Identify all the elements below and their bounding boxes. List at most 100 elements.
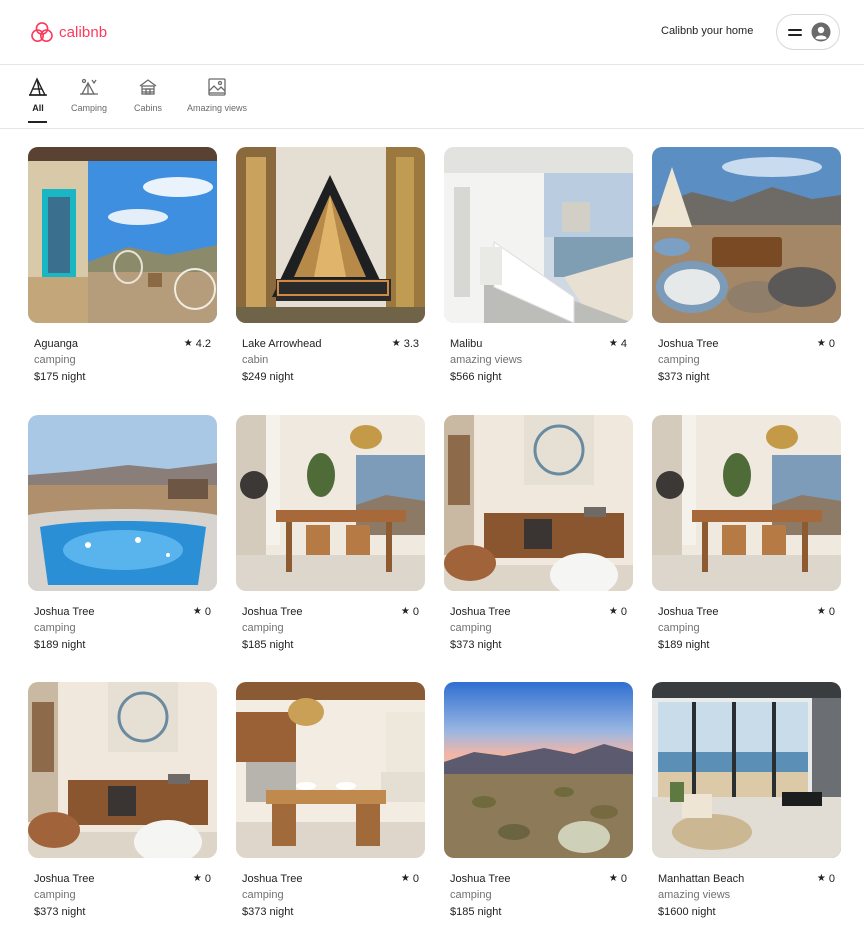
rating-value: 0: [412, 873, 419, 885]
user-menu-button[interactable]: [776, 14, 840, 50]
listing-location: Manhattan Beach: [658, 873, 745, 885]
listing-category: camping: [34, 354, 76, 366]
listing-category: camping: [658, 354, 700, 366]
listing-category: amazing views: [658, 889, 731, 901]
host-your-home-link[interactable]: Calibnb your home: [661, 25, 753, 37]
a-frame-icon: [28, 77, 47, 96]
category-camping[interactable]: Camping: [71, 77, 107, 113]
listing-photo[interactable]: [652, 414, 841, 591]
listing-card[interactable]: Manhattan Beach ★ 0 amazing views $1600 n…: [652, 682, 841, 931]
listing-rating: ★ 0: [401, 606, 419, 618]
listing-card[interactable]: Joshua Tree ★ 0 camping $189 night: [28, 414, 217, 683]
listing-photo[interactable]: [652, 682, 841, 858]
calibnb-logo-icon: [31, 22, 53, 42]
rating-value: 0: [620, 873, 627, 885]
listing-card[interactable]: Joshua Tree ★ 0 camping $373 night: [444, 414, 633, 683]
listing-rating: ★ 4.2: [184, 338, 211, 350]
listing-card[interactable]: Joshua Tree ★ 0 camping $185 night: [236, 414, 425, 683]
star-icon: ★: [400, 873, 410, 884]
listing-card[interactable]: Joshua Tree ★ 0 camping $373 night: [652, 147, 841, 415]
listing-category: amazing views: [450, 354, 523, 366]
camping-tent-icon: [80, 78, 99, 95]
listings-grid: Aguanga ★ 4.2 camping $175 night Lake Ar…: [28, 147, 841, 931]
listing-category: camping: [34, 621, 76, 634]
listing-photo-image: [28, 682, 217, 858]
listing-rating: ★ 0: [609, 873, 627, 885]
listing-card[interactable]: Lake Arrowhead ★ 3.3 cabin $249 night: [236, 147, 425, 415]
listing-price: $566 night: [450, 371, 502, 383]
listing-photo[interactable]: [236, 682, 425, 858]
star-icon: ★: [816, 605, 826, 617]
listing-photo-image: [28, 147, 217, 323]
listing-photo-image: [236, 682, 425, 858]
listing-photo-image: [236, 414, 425, 591]
user-avatar-icon: [811, 22, 831, 42]
listing-photo[interactable]: [236, 147, 425, 323]
listing-photo-image: [236, 147, 425, 323]
listing-price: $185 night: [450, 906, 502, 918]
listing-price: $1600 night: [658, 906, 716, 918]
listing-photo-image: [652, 414, 841, 591]
star-icon: ★: [608, 873, 618, 884]
rating-value: 3.3: [403, 338, 419, 350]
cabin-icon: [139, 79, 157, 95]
listing-price: $189 night: [34, 638, 86, 651]
listing-photo-image: [652, 682, 841, 858]
listing-card[interactable]: Aguanga ★ 4.2 camping $175 night: [28, 147, 217, 415]
listing-rating: ★ 0: [193, 873, 211, 885]
rating-value: 0: [620, 605, 627, 618]
listing-price: $185 night: [242, 638, 294, 651]
listing-rating: ★ 0: [401, 873, 419, 885]
listing-location: Joshua Tree: [450, 605, 511, 618]
listing-category: camping: [658, 621, 700, 634]
category-all[interactable]: All: [28, 77, 48, 113]
listing-rating: ★ 0: [817, 338, 835, 350]
listing-rating: ★ 0: [193, 606, 211, 618]
listing-card[interactable]: Joshua Tree ★ 0 camping $185 night: [444, 682, 633, 931]
rating-value: 4.2: [195, 338, 211, 350]
star-icon: ★: [608, 605, 618, 617]
star-icon: ★: [400, 605, 410, 617]
category-cabins[interactable]: Cabins: [134, 77, 162, 113]
brand-logo[interactable]: calibnb: [30, 20, 107, 44]
listing-category: cabin: [242, 354, 269, 366]
listing-location: Joshua Tree: [242, 605, 303, 618]
listing-photo[interactable]: [28, 682, 217, 858]
listing-rating: ★ 0: [609, 606, 627, 618]
listing-photo-image: [652, 147, 841, 323]
listing-rating: ★ 4: [609, 338, 627, 350]
category-amazing-views[interactable]: Amazing views: [187, 77, 247, 113]
top-header: calibnb Calibnb your home: [0, 0, 864, 65]
listing-photo[interactable]: [444, 147, 633, 323]
listing-category: camping: [450, 889, 492, 901]
category-label: All: [32, 103, 44, 113]
rating-value: 0: [828, 338, 835, 350]
listing-photo[interactable]: [652, 147, 841, 323]
listing-photo-image: [444, 147, 633, 323]
listing-category: camping: [242, 621, 284, 634]
star-icon: ★: [183, 338, 193, 349]
listing-location: Joshua Tree: [658, 338, 719, 350]
star-icon: ★: [391, 338, 401, 349]
listing-photo[interactable]: [28, 414, 217, 591]
listing-card[interactable]: Joshua Tree ★ 0 camping $373 night: [236, 682, 425, 931]
listing-price: $373 night: [34, 906, 86, 918]
listing-rating: ★ 3.3: [392, 338, 419, 350]
listing-photo[interactable]: [236, 414, 425, 591]
listing-location: Joshua Tree: [34, 873, 95, 885]
active-category-indicator: [28, 121, 47, 123]
brand-name: calibnb: [59, 23, 108, 41]
listing-card[interactable]: Malibu ★ 4 amazing views $566 night: [444, 147, 633, 415]
star-icon: ★: [192, 873, 202, 884]
listing-location: Lake Arrowhead: [242, 338, 322, 350]
category-label: Amazing views: [187, 103, 248, 113]
listing-photo[interactable]: [28, 147, 217, 323]
listing-photo-image: [28, 414, 217, 591]
listing-card[interactable]: Joshua Tree ★ 0 camping $373 night: [28, 682, 217, 931]
listing-card[interactable]: Joshua Tree ★ 0 camping $189 night: [652, 414, 841, 683]
rating-value: 0: [828, 873, 835, 885]
listing-price: $373 night: [450, 638, 502, 651]
listing-photo[interactable]: [444, 682, 633, 858]
listing-photo[interactable]: [444, 414, 633, 591]
listing-price: $373 night: [658, 371, 710, 383]
